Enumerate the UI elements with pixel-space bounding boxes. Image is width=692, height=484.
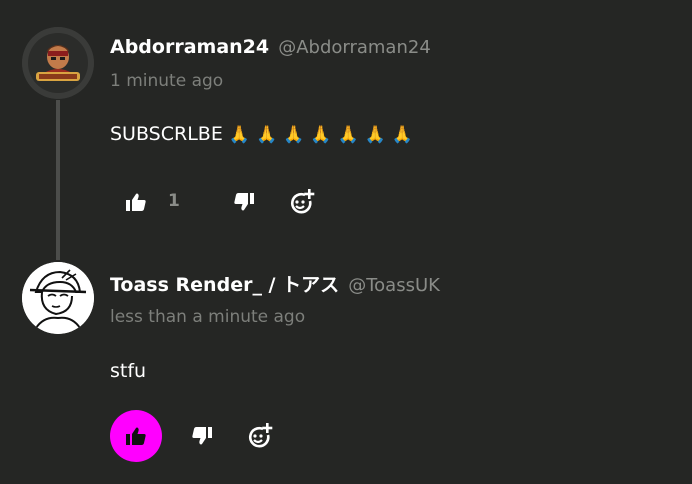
- author-name[interactable]: Abdorraman24: [110, 36, 269, 58]
- comment-text: SUBSCRLBE 🙏 🙏 🙏 🙏 🙏 🙏 🙏: [110, 123, 413, 145]
- pray-emoji: 🙏: [337, 125, 359, 145]
- avatar-image: [22, 27, 94, 99]
- author-handle[interactable]: @Abdorraman24: [278, 37, 431, 58]
- pray-emoji: 🙏: [283, 125, 305, 145]
- avatar[interactable]: [22, 27, 94, 99]
- add-reaction-button[interactable]: [234, 410, 286, 462]
- pray-emoji: 🙏: [391, 125, 414, 145]
- pray-emoji: 🙏: [228, 125, 250, 145]
- comment-text-content: SUBSCRLBE: [110, 123, 223, 145]
- comment-header: Abdorraman24 @Abdorraman24: [110, 36, 431, 58]
- dislike-button[interactable]: [218, 176, 270, 228]
- thumbs-up-icon: [126, 427, 146, 445]
- thumbs-down-icon: [234, 193, 254, 211]
- add-reaction-icon: [247, 423, 273, 449]
- thumbs-up-icon: [126, 193, 146, 211]
- like-button[interactable]: [110, 410, 162, 462]
- comment-timestamp: less than a minute ago: [110, 307, 306, 327]
- pray-emoji: 🙏: [256, 125, 278, 145]
- author-handle[interactable]: @ToassUK: [348, 275, 440, 296]
- pray-emoji: 🙏: [364, 125, 386, 145]
- avatar[interactable]: [22, 262, 94, 334]
- thread-line: [56, 100, 60, 260]
- like-count: 1: [168, 191, 180, 211]
- pray-emoji: 🙏: [310, 125, 332, 145]
- comment-text: stfu: [110, 360, 147, 382]
- like-button[interactable]: [110, 176, 162, 228]
- dislike-button[interactable]: [176, 410, 228, 462]
- add-reaction-icon: [289, 189, 315, 215]
- comment-timestamp: 1 minute ago: [110, 71, 224, 91]
- comment-header: Toass Render_ / トアス @ToassUK: [110, 270, 440, 297]
- add-reaction-button[interactable]: [276, 176, 328, 228]
- avatar-image: [22, 262, 94, 334]
- author-name[interactable]: Toass Render_ / トアス: [110, 274, 339, 296]
- thumbs-down-icon: [192, 427, 212, 445]
